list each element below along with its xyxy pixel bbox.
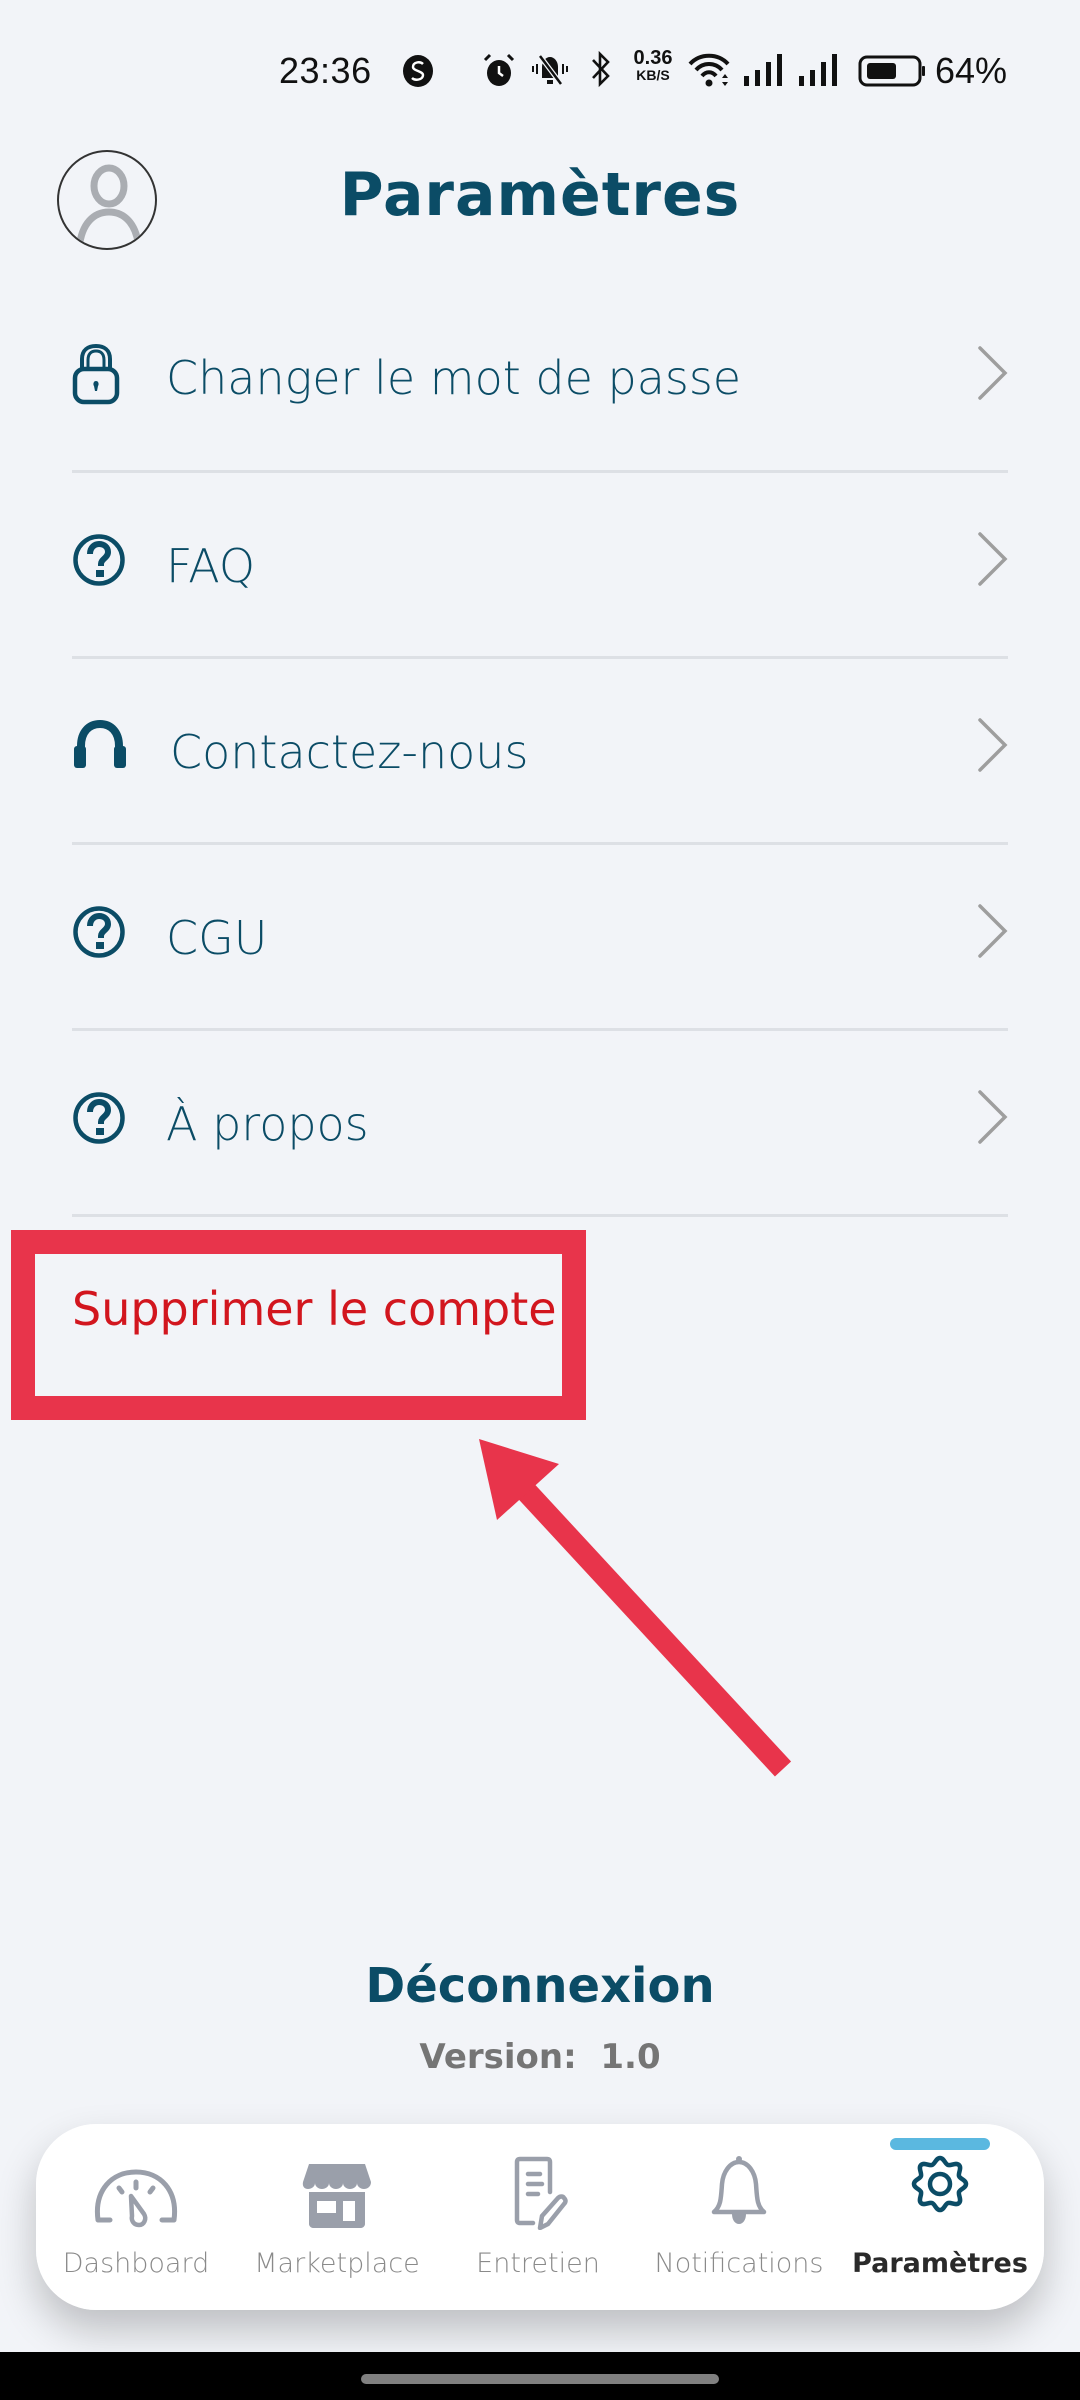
tab-label: Marketplace [254,2248,420,2279]
tab-label: Dashboard [62,2248,210,2279]
divider [72,1214,1008,1217]
store-icon [302,2164,371,2228]
chevron-right-icon [978,1090,1008,1144]
settings-item-label: À propos [166,1097,369,1151]
tab-label: Entretien [476,2248,600,2279]
chevron-right-icon [978,532,1008,586]
gear-icon [911,2155,969,2213]
bottom-nav: Dashboard Marketplace Entretien Notifica… [36,2124,1044,2310]
status-time: 23:36 [279,50,372,91]
home-gesture-handle[interactable] [361,2374,719,2384]
tab-entretien[interactable]: Entretien [438,2124,638,2310]
settings-item-about[interactable]: À propos [72,1031,1008,1217]
page-title: Paramètres [339,160,741,230]
settings-item-contact[interactable]: Contactez-nous [72,659,1008,845]
settings-item-label: Contactez-nous [170,725,529,779]
tab-label: Notifications [654,2248,824,2279]
bell-icon [711,2156,767,2224]
signal-icon [744,54,782,86]
battery-percent: 64% [935,50,1008,91]
settings-item-label: CGU [166,911,268,965]
active-tab-indicator [890,2138,990,2150]
settings-item-label: FAQ [166,539,256,593]
chevron-right-icon [978,346,1008,400]
speedometer-icon [94,2169,178,2228]
chevron-right-icon [978,904,1008,958]
alarm-icon [483,53,515,86]
tab-parametres[interactable]: Paramètres [840,2124,1040,2310]
network-speed: 0.36 KB/S [633,47,673,83]
tab-dashboard[interactable]: Dashboard [36,2124,236,2310]
chevron-right-icon [978,718,1008,772]
bluetooth-icon [592,50,610,88]
settings-item-cgu[interactable]: CGU [72,845,1008,1031]
settings-item-change-password[interactable]: Changer le mot de passe [72,287,1008,473]
tab-label: Paramètres [852,2248,1028,2279]
headphones-icon [74,720,126,768]
settings-item-label: Changer le mot de passe [166,351,742,405]
system-navigation-bar [0,2352,1080,2400]
logout-button[interactable]: Déconnexion [0,1958,1080,2014]
question-circle-icon [73,1092,125,1144]
app-s-icon [403,55,433,87]
settings-item-faq[interactable]: FAQ [72,473,1008,659]
status-bar: 23:36 0.36 KB/S 64% [0,40,1080,100]
battery-icon [858,55,925,87]
tab-marketplace[interactable]: Marketplace [237,2124,437,2310]
tab-notifications[interactable]: Notifications [639,2124,839,2310]
signal-icon [799,54,837,86]
bell-muted-icon [532,54,568,86]
question-circle-icon [73,534,125,586]
version-text: Version: 1.0 [419,2037,661,2077]
wifi-icon [688,53,730,87]
document-edit-icon [514,2156,568,2230]
question-circle-icon [73,906,125,958]
highlight-annotation-box [11,1230,586,1420]
lock-icon [72,343,120,405]
